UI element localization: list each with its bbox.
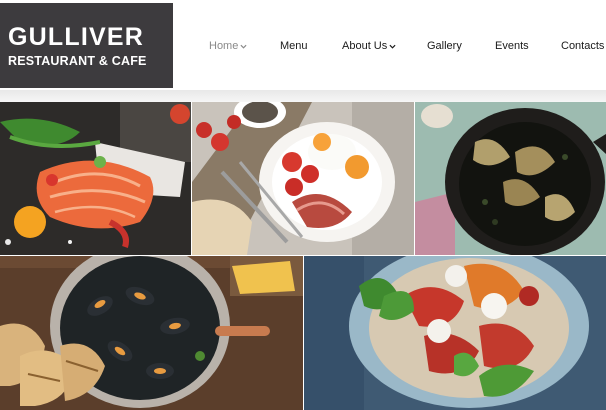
mussels-pan-photo[interactable] [0, 256, 303, 410]
artichoke-skillet-photo[interactable] [415, 102, 606, 255]
caprese-salad-photo[interactable] [304, 256, 606, 410]
salmon-dish-photo[interactable] [0, 102, 191, 255]
breakfast-plate-photo[interactable] [192, 102, 414, 255]
nav-item-gallery[interactable]: Gallery [427, 39, 462, 53]
chevron-down-icon [240, 44, 247, 49]
nav-item-home-label: Home [209, 40, 239, 52]
header-divider [0, 90, 606, 102]
nav-item-about-us-label: About Us [342, 40, 388, 52]
nav-item-gallery-label: Gallery [427, 40, 462, 52]
nav-item-contacts-label: Contacts [561, 40, 605, 52]
nav-item-contacts[interactable]: Contacts [561, 39, 604, 53]
nav-item-events-label: Events [495, 40, 529, 52]
site-header: GULLIVER RESTAURANT & CAFE Home Menu Abo… [0, 0, 606, 92]
nav-item-home[interactable]: Home [209, 39, 247, 53]
chevron-down-icon [389, 44, 396, 49]
photo-gallery [0, 102, 606, 410]
nav-item-menu[interactable]: Menu [280, 39, 308, 53]
nav-item-menu-label: Menu [280, 40, 308, 52]
brand-logo[interactable]: GULLIVER RESTAURANT & CAFE [0, 3, 173, 88]
nav-item-about-us[interactable]: About Us [342, 39, 396, 53]
brand-title: GULLIVER [8, 23, 144, 51]
brand-subtitle: RESTAURANT & CAFE [8, 54, 147, 68]
nav-item-events[interactable]: Events [495, 39, 529, 53]
